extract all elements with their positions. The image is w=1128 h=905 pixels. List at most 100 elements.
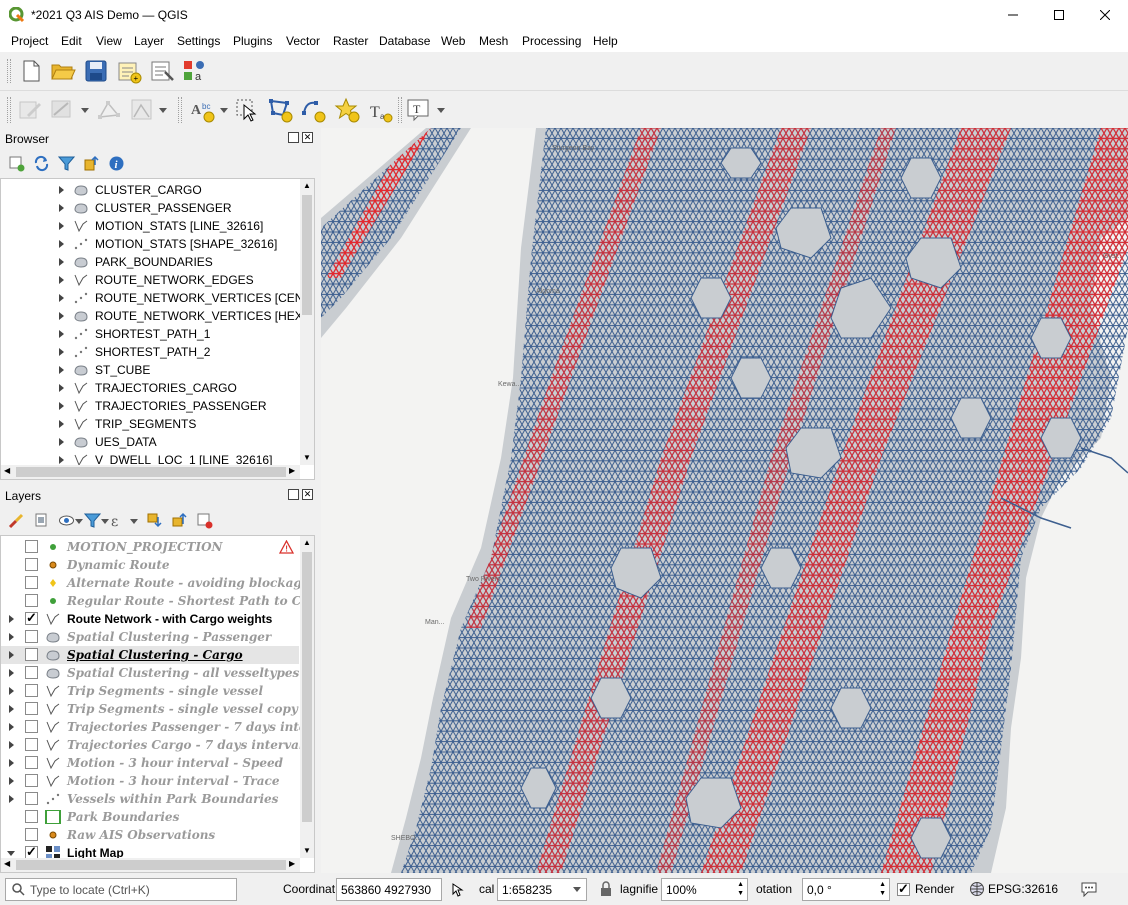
scale-combo[interactable]: 1:658235	[497, 878, 587, 901]
layer-item[interactable]: Alternate Route - avoiding blockage	[1, 574, 309, 592]
filter-icon[interactable]	[58, 155, 75, 172]
scroll-down-icon[interactable]: ▼	[303, 453, 311, 462]
layer-item[interactable]: Trajectories Cargo - 7 days interval	[1, 736, 304, 754]
add-layer-icon[interactable]	[8, 155, 25, 172]
dropdown-arrow-icon[interactable]	[75, 519, 83, 524]
menu-web[interactable]: Web	[441, 34, 465, 48]
chevron-right-icon[interactable]	[59, 276, 64, 284]
style-manager-icon[interactable]: a	[182, 58, 208, 84]
info-icon[interactable]: i	[108, 155, 125, 172]
close-panel-icon[interactable]: ✕	[302, 132, 313, 143]
maximize-button[interactable]	[1036, 0, 1082, 30]
chevron-right-icon[interactable]	[59, 384, 64, 392]
layer-visibility-checkbox[interactable]	[25, 558, 38, 571]
browser-item[interactable]: TRAJECTORIES_PASSENGER	[1, 397, 299, 415]
style-brush-icon[interactable]	[8, 512, 25, 529]
browser-item[interactable]: SHORTEST_PATH_2	[1, 343, 299, 361]
layer-visibility-checkbox[interactable]	[25, 666, 38, 679]
layer-visibility-checkbox[interactable]	[25, 720, 38, 733]
dropdown-arrow-icon[interactable]	[130, 519, 138, 524]
layer-item[interactable]: Spatial Clustering - Cargo	[1, 646, 299, 664]
browser-item[interactable]: UES_DATA	[1, 433, 299, 451]
chevron-right-icon[interactable]	[9, 795, 14, 803]
scrollbar-thumb[interactable]	[16, 860, 286, 870]
refresh-icon[interactable]	[33, 155, 50, 172]
toolbar-grip[interactable]	[7, 59, 11, 83]
scroll-down-icon[interactable]: ▼	[303, 846, 311, 855]
layer-visibility-checkbox[interactable]	[25, 702, 38, 715]
crs-globe-icon[interactable]	[969, 881, 985, 897]
chevron-right-icon[interactable]	[59, 330, 64, 338]
expand-all-icon[interactable]	[146, 512, 163, 529]
layer-visibility-checkbox[interactable]	[25, 648, 38, 661]
browser-item[interactable]: MOTION_STATS [SHAPE_32616]	[1, 235, 299, 253]
chevron-right-icon[interactable]	[59, 240, 64, 248]
chevron-right-icon[interactable]	[9, 651, 14, 659]
browser-item[interactable]: ROUTE_NETWORK_EDGES	[1, 271, 299, 289]
messages-icon[interactable]	[1080, 881, 1098, 897]
browser-item[interactable]: ST_CUBE	[1, 361, 299, 379]
browser-item[interactable]: TRAJECTORIES_CARGO	[1, 379, 299, 397]
text-annotation-icon[interactable]: Ta	[367, 97, 393, 123]
float-panel-icon[interactable]	[288, 132, 299, 143]
coordinate-field[interactable]: 563860 4927930	[336, 878, 442, 901]
dropdown-arrow-icon[interactable]	[81, 108, 89, 113]
label-tool-icon[interactable]: Abc	[190, 97, 216, 123]
chevron-right-icon[interactable]	[59, 258, 64, 266]
lock-icon[interactable]	[599, 881, 613, 897]
open-project-icon[interactable]	[50, 58, 76, 84]
mouse-toggle-icon[interactable]	[449, 882, 465, 898]
remove-layer-icon[interactable]	[196, 512, 213, 529]
filter-legend-icon[interactable]	[84, 512, 101, 529]
layer-visibility-checkbox[interactable]	[25, 792, 38, 805]
digitize-icon[interactable]	[50, 97, 76, 123]
text-tool-icon[interactable]: T	[406, 97, 432, 123]
horizontal-scrollbar[interactable]: ◀ ▶	[1, 465, 300, 479]
dropdown-arrow-icon[interactable]	[437, 108, 445, 113]
spin-arrows-icon[interactable]: ▲ ▼	[737, 880, 744, 898]
browser-item[interactable]: CLUSTER_PASSENGER	[1, 199, 299, 217]
chevron-right-icon[interactable]	[59, 420, 64, 428]
scroll-left-icon[interactable]: ◀	[4, 859, 10, 868]
menu-vector[interactable]: Vector	[286, 34, 320, 48]
modify-attributes-icon[interactable]	[129, 97, 155, 123]
scrollbar-thumb[interactable]	[16, 467, 286, 477]
layer-visibility-checkbox[interactable]	[25, 610, 38, 626]
menu-mesh[interactable]: Mesh	[479, 34, 508, 48]
layer-visibility-checkbox[interactable]	[25, 774, 38, 787]
collapse-all-icon[interactable]	[171, 512, 188, 529]
layer-item[interactable]: Park Boundaries	[1, 808, 299, 826]
chevron-right-icon[interactable]	[9, 633, 14, 641]
layout-manager-icon[interactable]	[149, 58, 175, 84]
menu-plugins[interactable]: Plugins	[233, 34, 272, 48]
magnifier-spinbox[interactable]: 100% ▲ ▼	[661, 878, 748, 901]
layer-item[interactable]: Trajectories Passenger - 7 days interval	[1, 718, 314, 736]
chevron-right-icon[interactable]	[9, 777, 14, 785]
menu-edit[interactable]: Edit	[61, 34, 82, 48]
scrollbar-thumb[interactable]	[302, 552, 312, 822]
chevron-right-icon[interactable]	[59, 312, 64, 320]
dropdown-arrow-icon[interactable]	[101, 519, 109, 524]
chevron-down-icon[interactable]	[7, 851, 15, 856]
chevron-right-icon[interactable]	[9, 741, 14, 749]
toggle-editing-icon[interactable]	[17, 97, 43, 123]
menu-database[interactable]: Database	[379, 34, 430, 48]
crs-label[interactable]: EPSG:32616	[988, 882, 1058, 896]
layer-item[interactable]: Vessels within Park Boundaries	[1, 790, 299, 808]
layer-visibility-checkbox[interactable]	[25, 738, 38, 751]
browser-item[interactable]: MOTION_STATS [LINE_32616]	[1, 217, 299, 235]
map-render[interactable]: Sturgeon Bay Algoma Kewa... Two Rivers M…	[321, 128, 1128, 873]
layer-visibility-checkbox[interactable]	[25, 756, 38, 769]
dropdown-arrow-icon[interactable]	[159, 108, 167, 113]
scroll-right-icon[interactable]: ▶	[289, 859, 295, 868]
layer-item[interactable]: Spatial Clustering - Passenger	[1, 628, 299, 646]
menu-settings[interactable]: Settings	[177, 34, 220, 48]
collapse-all-icon[interactable]	[83, 155, 100, 172]
close-panel-icon[interactable]: ✕	[302, 489, 313, 500]
browser-item[interactable]: TRIP_SEGMENTS	[1, 415, 299, 433]
toolbar-grip[interactable]	[178, 97, 182, 123]
dropdown-arrow-icon[interactable]	[220, 108, 228, 113]
chevron-right-icon[interactable]	[59, 456, 64, 464]
chevron-right-icon[interactable]	[9, 759, 14, 767]
spin-arrows-icon[interactable]: ▲ ▼	[879, 880, 886, 898]
